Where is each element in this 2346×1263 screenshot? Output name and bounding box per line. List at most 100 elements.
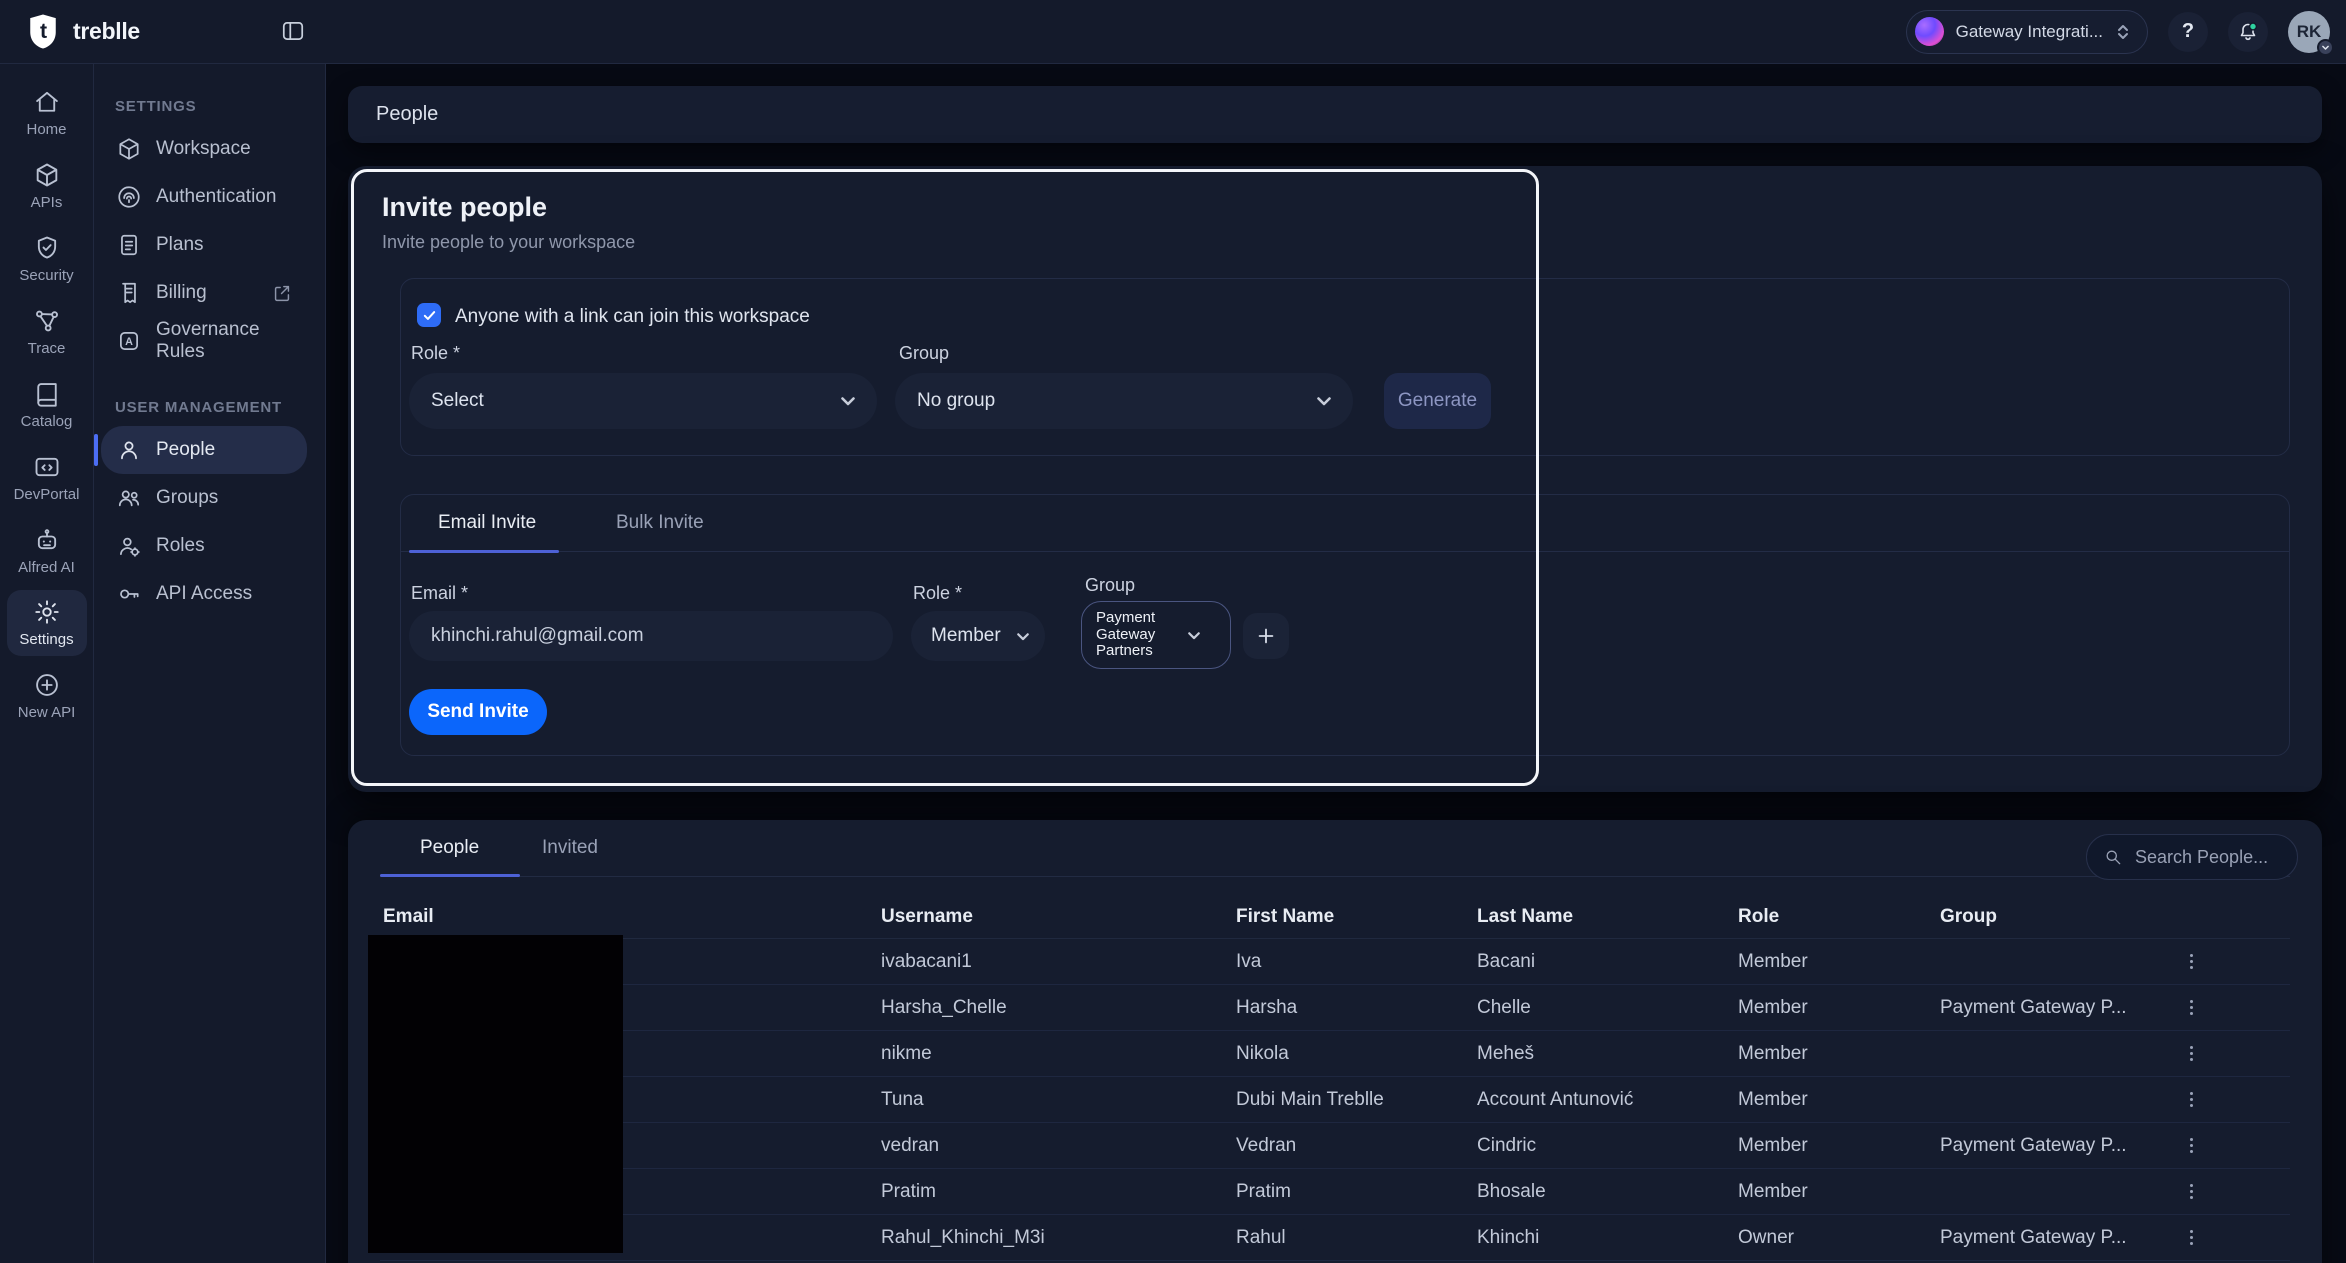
row-menu-kebab-icon[interactable] xyxy=(2178,1039,2204,1069)
group-label: Group xyxy=(899,343,949,364)
search-people-input[interactable] xyxy=(2133,846,2283,869)
rail-item-settings[interactable]: Settings xyxy=(7,590,87,656)
cell-last-name: Bhosale xyxy=(1477,1181,1738,1203)
table-row: Harsha_Chelle Harsha Chelle Member Payme… xyxy=(380,985,2290,1031)
robot-icon xyxy=(33,526,61,554)
cell-first-name: Rahul xyxy=(1236,1227,1477,1249)
nav-item-plans[interactable]: Plans xyxy=(101,221,307,269)
search-icon xyxy=(2103,847,2123,867)
cell-role: Member xyxy=(1738,997,1940,1019)
send-invite-button[interactable]: Send Invite xyxy=(409,689,547,735)
nav-item-groups[interactable]: Groups xyxy=(101,474,307,522)
rail-label: Catalog xyxy=(21,413,73,430)
rail-label: DevPortal xyxy=(14,486,80,503)
cell-group: Payment Gateway P... xyxy=(1940,1227,2150,1249)
role-label: Role * xyxy=(411,343,460,364)
col-group: Group xyxy=(1940,906,2150,928)
cell-role: Member xyxy=(1738,1135,1940,1157)
row-menu-kebab-icon[interactable] xyxy=(2178,1177,2204,1207)
col-last-name: Last Name xyxy=(1477,906,1738,928)
generate-button-label: Generate xyxy=(1398,390,1477,412)
email-input[interactable] xyxy=(409,611,893,661)
help-button[interactable]: ? xyxy=(2168,12,2208,52)
payment-group-select[interactable]: Payment Gateway Partners xyxy=(1081,601,1231,669)
tab-bulk-invite[interactable]: Bulk Invite xyxy=(616,512,704,534)
table-header-row: Email Username First Name Last Name Role… xyxy=(380,895,2290,939)
main-content: People Invite people Invite people to yo… xyxy=(326,64,2346,1263)
rail-item-trace[interactable]: Trace xyxy=(7,295,87,368)
rail-label: Trace xyxy=(28,340,66,357)
link-join-checkbox[interactable] xyxy=(417,303,441,327)
row-menu-kebab-icon[interactable] xyxy=(2178,1085,2204,1115)
svg-text:A: A xyxy=(125,336,133,348)
cell-last-name: Account Antunović xyxy=(1477,1089,1738,1111)
group-label: Group xyxy=(1085,575,1135,596)
rail-item-new-api[interactable]: New API xyxy=(7,659,87,732)
rail-item-catalog[interactable]: Catalog xyxy=(7,368,87,441)
tab-email-invite[interactable]: Email Invite xyxy=(438,512,536,534)
topbar-controls: Gateway Integrati... ? xyxy=(1906,10,2346,54)
row-menu-kebab-icon[interactable] xyxy=(2178,1131,2204,1161)
rail-label: New API xyxy=(18,704,76,721)
email-redaction-overlay xyxy=(368,935,623,1253)
cell-role: Member xyxy=(1738,1181,1940,1203)
rail-label: Alfred AI xyxy=(18,559,75,576)
nav-item-authentication[interactable]: Authentication xyxy=(101,173,307,221)
rail-label: Home xyxy=(26,121,66,138)
notifications-button[interactable] xyxy=(2228,12,2268,52)
email-label: Email * xyxy=(411,583,468,604)
nav-item-governance-rules[interactable]: A Governance Rules xyxy=(101,317,307,365)
tab-people[interactable]: People xyxy=(420,837,479,859)
user-avatar[interactable]: RK xyxy=(2288,11,2330,53)
rail-item-devportal[interactable]: DevPortal xyxy=(7,441,87,514)
rail-item-security[interactable]: Security xyxy=(7,222,87,295)
panel-toggle-icon[interactable] xyxy=(280,18,306,44)
shield-check-icon xyxy=(33,234,61,262)
nav-item-people[interactable]: People xyxy=(101,426,307,474)
page-title-bar: People xyxy=(348,86,2322,143)
cell-role: Owner xyxy=(1738,1227,1940,1249)
col-username: Username xyxy=(881,906,1236,928)
cube-icon xyxy=(33,161,61,189)
treblle-shield-icon: t xyxy=(26,13,60,50)
role-select[interactable]: Select xyxy=(409,373,877,429)
gear-icon xyxy=(33,598,61,626)
search-people xyxy=(2086,834,2298,880)
cell-role: Member xyxy=(1738,1043,1940,1065)
group-select[interactable]: No group xyxy=(895,373,1353,429)
external-link-icon xyxy=(271,282,293,304)
tab-invited[interactable]: Invited xyxy=(542,837,598,859)
avatar-chevron-down-icon xyxy=(2317,39,2334,56)
member-role-select[interactable]: Member xyxy=(911,611,1045,661)
row-menu-kebab-icon[interactable] xyxy=(2178,1223,2204,1253)
icon-rail: Home APIs Security Trace Catalog xyxy=(0,64,94,1263)
rail-label: Security xyxy=(19,267,73,284)
rail-item-alfred-ai[interactable]: Alfred AI xyxy=(7,514,87,587)
nav-item-roles[interactable]: Roles xyxy=(101,522,307,570)
workspace-selector[interactable]: Gateway Integrati... xyxy=(1906,10,2148,54)
nav-item-workspace[interactable]: Workspace xyxy=(101,125,307,173)
table-row: Tuna Dubi Main Treblle Account Antunović… xyxy=(380,1077,2290,1123)
cell-last-name: Chelle xyxy=(1477,997,1738,1019)
table-row: vedran Vedran Cindric Member Payment Gat… xyxy=(380,1123,2290,1169)
nav-label: Groups xyxy=(156,487,218,509)
nav-label: Plans xyxy=(156,234,204,256)
rail-item-apis[interactable]: APIs xyxy=(7,149,87,222)
role-label: Role * xyxy=(913,583,962,604)
nav-label: Authentication xyxy=(156,186,276,208)
people-tabs: People Invited xyxy=(380,820,2290,877)
brand: t treblle xyxy=(0,0,326,63)
generate-button[interactable]: Generate xyxy=(1384,373,1491,429)
home-icon xyxy=(33,88,61,116)
rail-label: APIs xyxy=(31,194,63,211)
row-menu-kebab-icon[interactable] xyxy=(2178,993,2204,1023)
nav-item-billing[interactable]: Billing xyxy=(101,269,307,317)
row-menu-kebab-icon[interactable] xyxy=(2178,947,2204,977)
table-row: nikme Nikola Meheš Member xyxy=(380,1031,2290,1077)
table-row: ivabacani1 Iva Bacani Member xyxy=(380,939,2290,985)
rail-item-home[interactable]: Home xyxy=(7,76,87,149)
role-select-value: Select xyxy=(431,390,484,412)
nav-item-api-access[interactable]: API Access xyxy=(101,570,307,618)
chevron-down-icon xyxy=(1017,632,1029,641)
add-group-button[interactable] xyxy=(1243,613,1289,659)
